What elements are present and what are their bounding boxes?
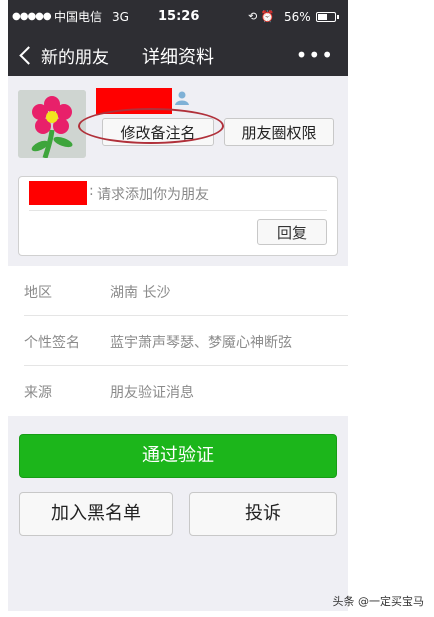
region-value: 湖南 长沙 [110, 285, 171, 301]
signature-label: 个性签名 [24, 335, 80, 351]
source-label: 来源 [24, 385, 52, 401]
divider [29, 210, 327, 211]
watermark: 头条 @一定买宝马 [332, 595, 425, 608]
battery-percentage: 56% [284, 10, 311, 24]
rotation-alarm-icon: ⟲ ⏰ [248, 10, 275, 23]
details-list: 地区 湖南 长沙 个性签名 蓝宇萧声琴瑟、梦魇心神断弦 来源 朋友验证消息 [8, 266, 348, 416]
signature-value: 蓝宇萧声琴瑟、梦魇心神断弦 [110, 335, 292, 351]
battery-icon [316, 12, 339, 22]
complain-button[interactable]: 投诉 [189, 492, 337, 536]
person-icon [175, 91, 189, 105]
moments-permission-button[interactable]: 朋友圈权限 [224, 118, 334, 146]
nav-bar: 新的朋友 详细资料 ••• [8, 34, 348, 76]
region-label: 地区 [24, 285, 52, 301]
detail-row-source: 来源 朋友验证消息 [8, 366, 348, 416]
add-to-blacklist-button[interactable]: 加入黑名单 [19, 492, 173, 536]
phone-screen: ●●●●● 中国电信 3G 15:26 ⟲ ⏰ 56% 新的朋友 详细资料 ••… [8, 0, 348, 611]
more-button[interactable]: ••• [296, 43, 334, 67]
flower-balloon-icon [18, 90, 86, 158]
avatar[interactable] [18, 90, 86, 158]
reply-button[interactable]: 回复 [257, 219, 327, 245]
verification-message: 请求添加你为朋友 [97, 187, 209, 203]
source-value: 朋友验证消息 [110, 385, 194, 401]
approve-verification-button[interactable]: 通过验证 [19, 434, 337, 478]
carrier-label: 中国电信 [54, 10, 103, 24]
annotation-ellipse [78, 108, 224, 144]
profile-header: 修改备注名 朋友圈权限 : 请求添加你为朋友 回复 [8, 76, 348, 266]
verification-card: : 请求添加你为朋友 回复 [18, 176, 338, 256]
status-bar: ●●●●● 中国电信 3G 15:26 ⟲ ⏰ 56% [8, 0, 348, 34]
sender-colon: : [89, 183, 94, 199]
clock: 15:26 [158, 9, 200, 24]
detail-row-signature: 个性签名 蓝宇萧声琴瑟、梦魇心神断弦 [8, 316, 348, 366]
detail-row-region: 地区 湖南 长沙 [8, 266, 348, 316]
sender-redaction [29, 181, 87, 205]
network-type: 3G [112, 10, 129, 24]
signal-strength-icon: ●●●●● [12, 11, 52, 22]
